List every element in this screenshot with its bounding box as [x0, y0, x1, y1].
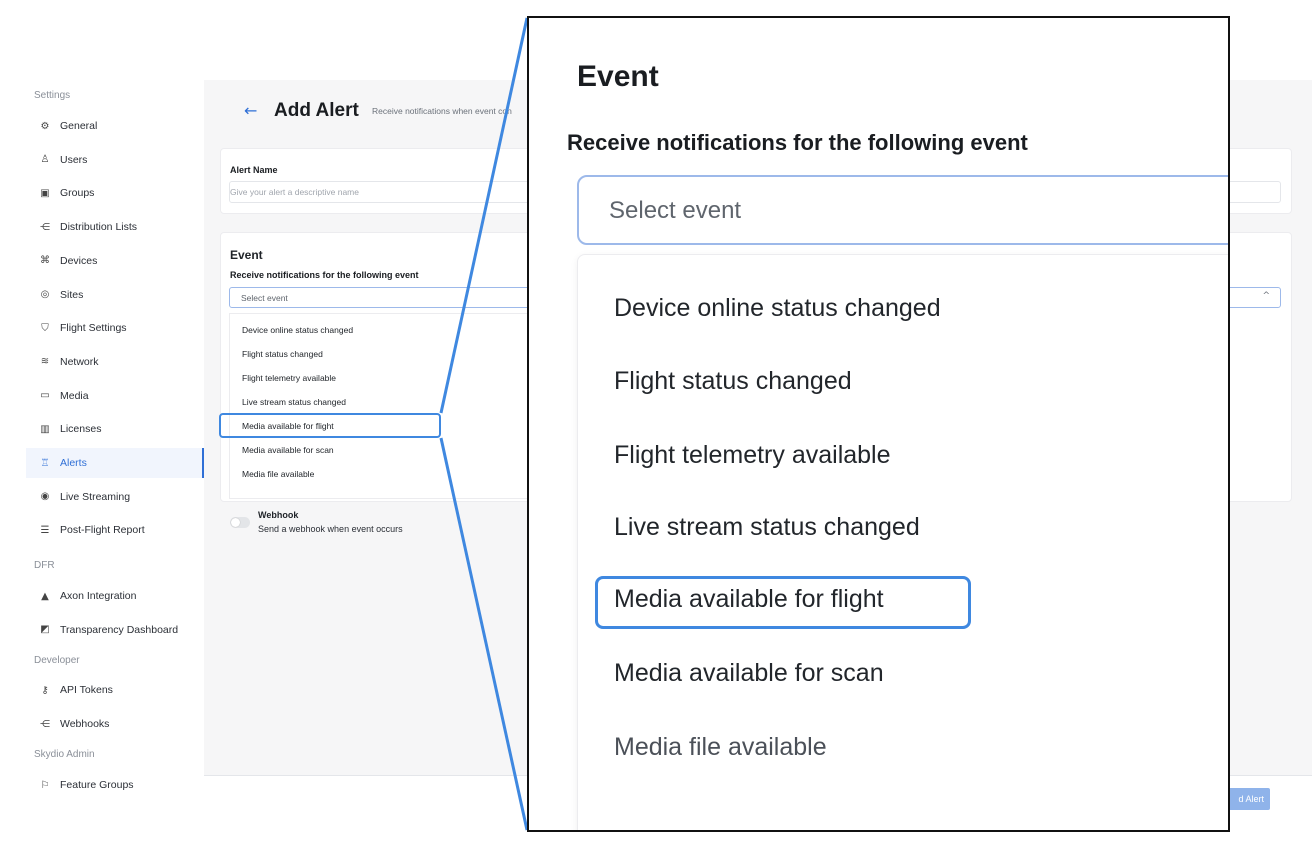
key-icon: ⚷ [41, 684, 49, 696]
sidebar-item-feature-groups[interactable]: ⚐ Feature Groups [26, 770, 204, 800]
chevron-up-icon[interactable]: ^ [1262, 291, 1270, 301]
flag-icon: ⚐ [40, 779, 50, 791]
image-icon: ▭ [40, 390, 50, 402]
sidebar-section-heading: Skydio Admin [34, 749, 95, 760]
webhook-toggle[interactable] [230, 517, 250, 528]
sidebar-item-label: Network [60, 355, 99, 368]
magnified-callout: Event Receive notifications for the foll… [527, 16, 1230, 832]
barcode-icon: ▥ [40, 423, 50, 435]
sidebar-item-label: Live Streaming [60, 490, 131, 503]
highlight-box-small [219, 413, 441, 438]
axon-icon: ▲ [41, 590, 49, 602]
alarm-icon: ♖ [40, 457, 50, 469]
sidebar-item-api-tokens[interactable]: ⚷ API Tokens [26, 675, 204, 705]
alert-name-label: Alert Name [230, 165, 278, 175]
sidebar-item-label: API Tokens [60, 684, 113, 696]
sidebar-item-distribution-lists[interactable]: ⋲ Distribution Lists [26, 212, 204, 242]
sidebar-item-label: Media [60, 389, 89, 402]
event-option[interactable]: Media file available [242, 469, 314, 479]
sidebar-item-label: Sites [60, 288, 84, 301]
sidebar-item-axon-integration[interactable]: ▲ Axon Integration [26, 581, 204, 611]
zoom-highlight-box [595, 576, 971, 629]
sidebar-item-label: Post-Flight Report [60, 524, 145, 537]
distribution-icon: ⋲ [40, 221, 50, 233]
webhook-description: Send a webhook when event occurs [258, 524, 403, 534]
sidebar-item-label: Alerts [60, 457, 87, 469]
users-icon: ♙ [40, 154, 50, 166]
event-option[interactable]: Flight telemetry available [242, 373, 336, 383]
sidebar-section-heading: Developer [34, 655, 80, 666]
sidebar-item-label: Flight Settings [60, 322, 127, 335]
event-select-placeholder: Select event [241, 293, 288, 303]
page-title: Add Alert [274, 100, 359, 121]
webhook-title: Webhook [258, 510, 299, 520]
groups-icon: ▣ [40, 187, 50, 199]
zoom-event-option[interactable]: Media file available [614, 733, 827, 762]
sidebar-item-live-streaming[interactable]: ◉ Live Streaming [26, 482, 204, 512]
sidebar-item-licenses[interactable]: ▥ Licenses [26, 414, 204, 444]
event-section-title: Event [230, 248, 263, 262]
sidebar-item-post-flight-report[interactable]: ☰ Post-Flight Report [26, 515, 204, 545]
sidebar-item-groups[interactable]: ▣ Groups [26, 178, 204, 208]
wifi-icon: ≋ [40, 356, 50, 368]
zoom-event-option[interactable]: Flight telemetry available [614, 441, 891, 470]
sidebar-item-users[interactable]: ♙ Users [26, 145, 204, 175]
zoom-event-option[interactable]: Device online status changed [614, 294, 941, 323]
event-option[interactable]: Device online status changed [242, 325, 353, 335]
sidebar-section-heading: Settings [34, 90, 71, 101]
sidebar-item-label: Feature Groups [60, 779, 134, 791]
gear-icon: ⚙ [40, 120, 50, 132]
sidebar-item-label: Groups [60, 187, 95, 200]
zoom-select-placeholder: Select event [609, 197, 742, 224]
sidebar-item-label: Distribution Lists [60, 221, 138, 234]
sidebar-item-label: Webhooks [60, 718, 110, 730]
sidebar-item-label: Transparency Dashboard [60, 623, 179, 636]
sidebar-item-label: Users [60, 153, 88, 166]
sidebar-item-alerts[interactable]: ♖ Alerts [26, 448, 204, 478]
event-section-subtitle: Receive notifications for the following … [230, 270, 419, 280]
sidebar-item-media[interactable]: ▭ Media [26, 381, 204, 411]
event-option[interactable]: Flight status changed [242, 349, 323, 359]
event-dropdown-menu: Device online status changed Flight statu… [229, 313, 529, 499]
alert-name-placeholder: Give your alert a descriptive name [230, 187, 359, 197]
zoom-event-select[interactable]: Select event [577, 175, 1228, 245]
zoom-event-option[interactable]: Live stream status changed [614, 513, 920, 542]
dashboard-icon: ◩ [40, 624, 50, 635]
event-option[interactable]: Live stream status changed [242, 397, 346, 407]
sidebar-item-network[interactable]: ≋ Network [26, 347, 204, 377]
sidebar-item-label: Devices [60, 254, 98, 267]
toggle-knob [231, 518, 240, 527]
drone-icon: ⌘ [40, 255, 50, 267]
zoom-event-subtitle: Receive notifications for the following … [567, 130, 1028, 155]
sidebar-item-label: Licenses [60, 423, 102, 436]
settings-sidebar: Settings ⚙ General ♙ Users ▣ Groups ⋲ Distributi… [0, 0, 204, 852]
back-arrow-icon[interactable]: ← [244, 101, 257, 120]
shield-icon: ⛉ [41, 322, 49, 334]
screenshot-root: Settings ⚙ General ♙ Users ▣ Groups ⋲ Distributi… [0, 0, 1312, 852]
location-icon: ◎ [40, 289, 50, 300]
webhook-icon: ⋲ [40, 718, 50, 730]
sidebar-item-label: Axon Integration [60, 590, 137, 602]
sidebar-item-transparency-dashboard[interactable]: ◩ Transparency Dashboard [26, 615, 204, 645]
zoom-event-option[interactable]: Media available for scan [614, 659, 884, 688]
sidebar-item-label: General [60, 120, 98, 132]
zoom-event-title: Event [577, 60, 659, 93]
sidebar-section-heading: DFR [34, 560, 55, 571]
broadcast-icon: ◉ [40, 491, 50, 503]
page-subtitle: Receive notifications when event con [372, 106, 512, 116]
zoom-event-option[interactable]: Flight status changed [614, 367, 852, 396]
sidebar-item-sites[interactable]: ◎ Sites [26, 280, 204, 310]
event-option[interactable]: Media available for scan [242, 445, 334, 455]
sidebar-item-general[interactable]: ⚙ General [26, 111, 204, 141]
sidebar-item-flight-settings[interactable]: ⛉ Flight Settings [26, 313, 204, 343]
sidebar-item-devices[interactable]: ⌘ Devices [26, 246, 204, 276]
sidebar-item-webhooks[interactable]: ⋲ Webhooks [26, 709, 204, 739]
checklist-icon: ☰ [40, 524, 50, 536]
